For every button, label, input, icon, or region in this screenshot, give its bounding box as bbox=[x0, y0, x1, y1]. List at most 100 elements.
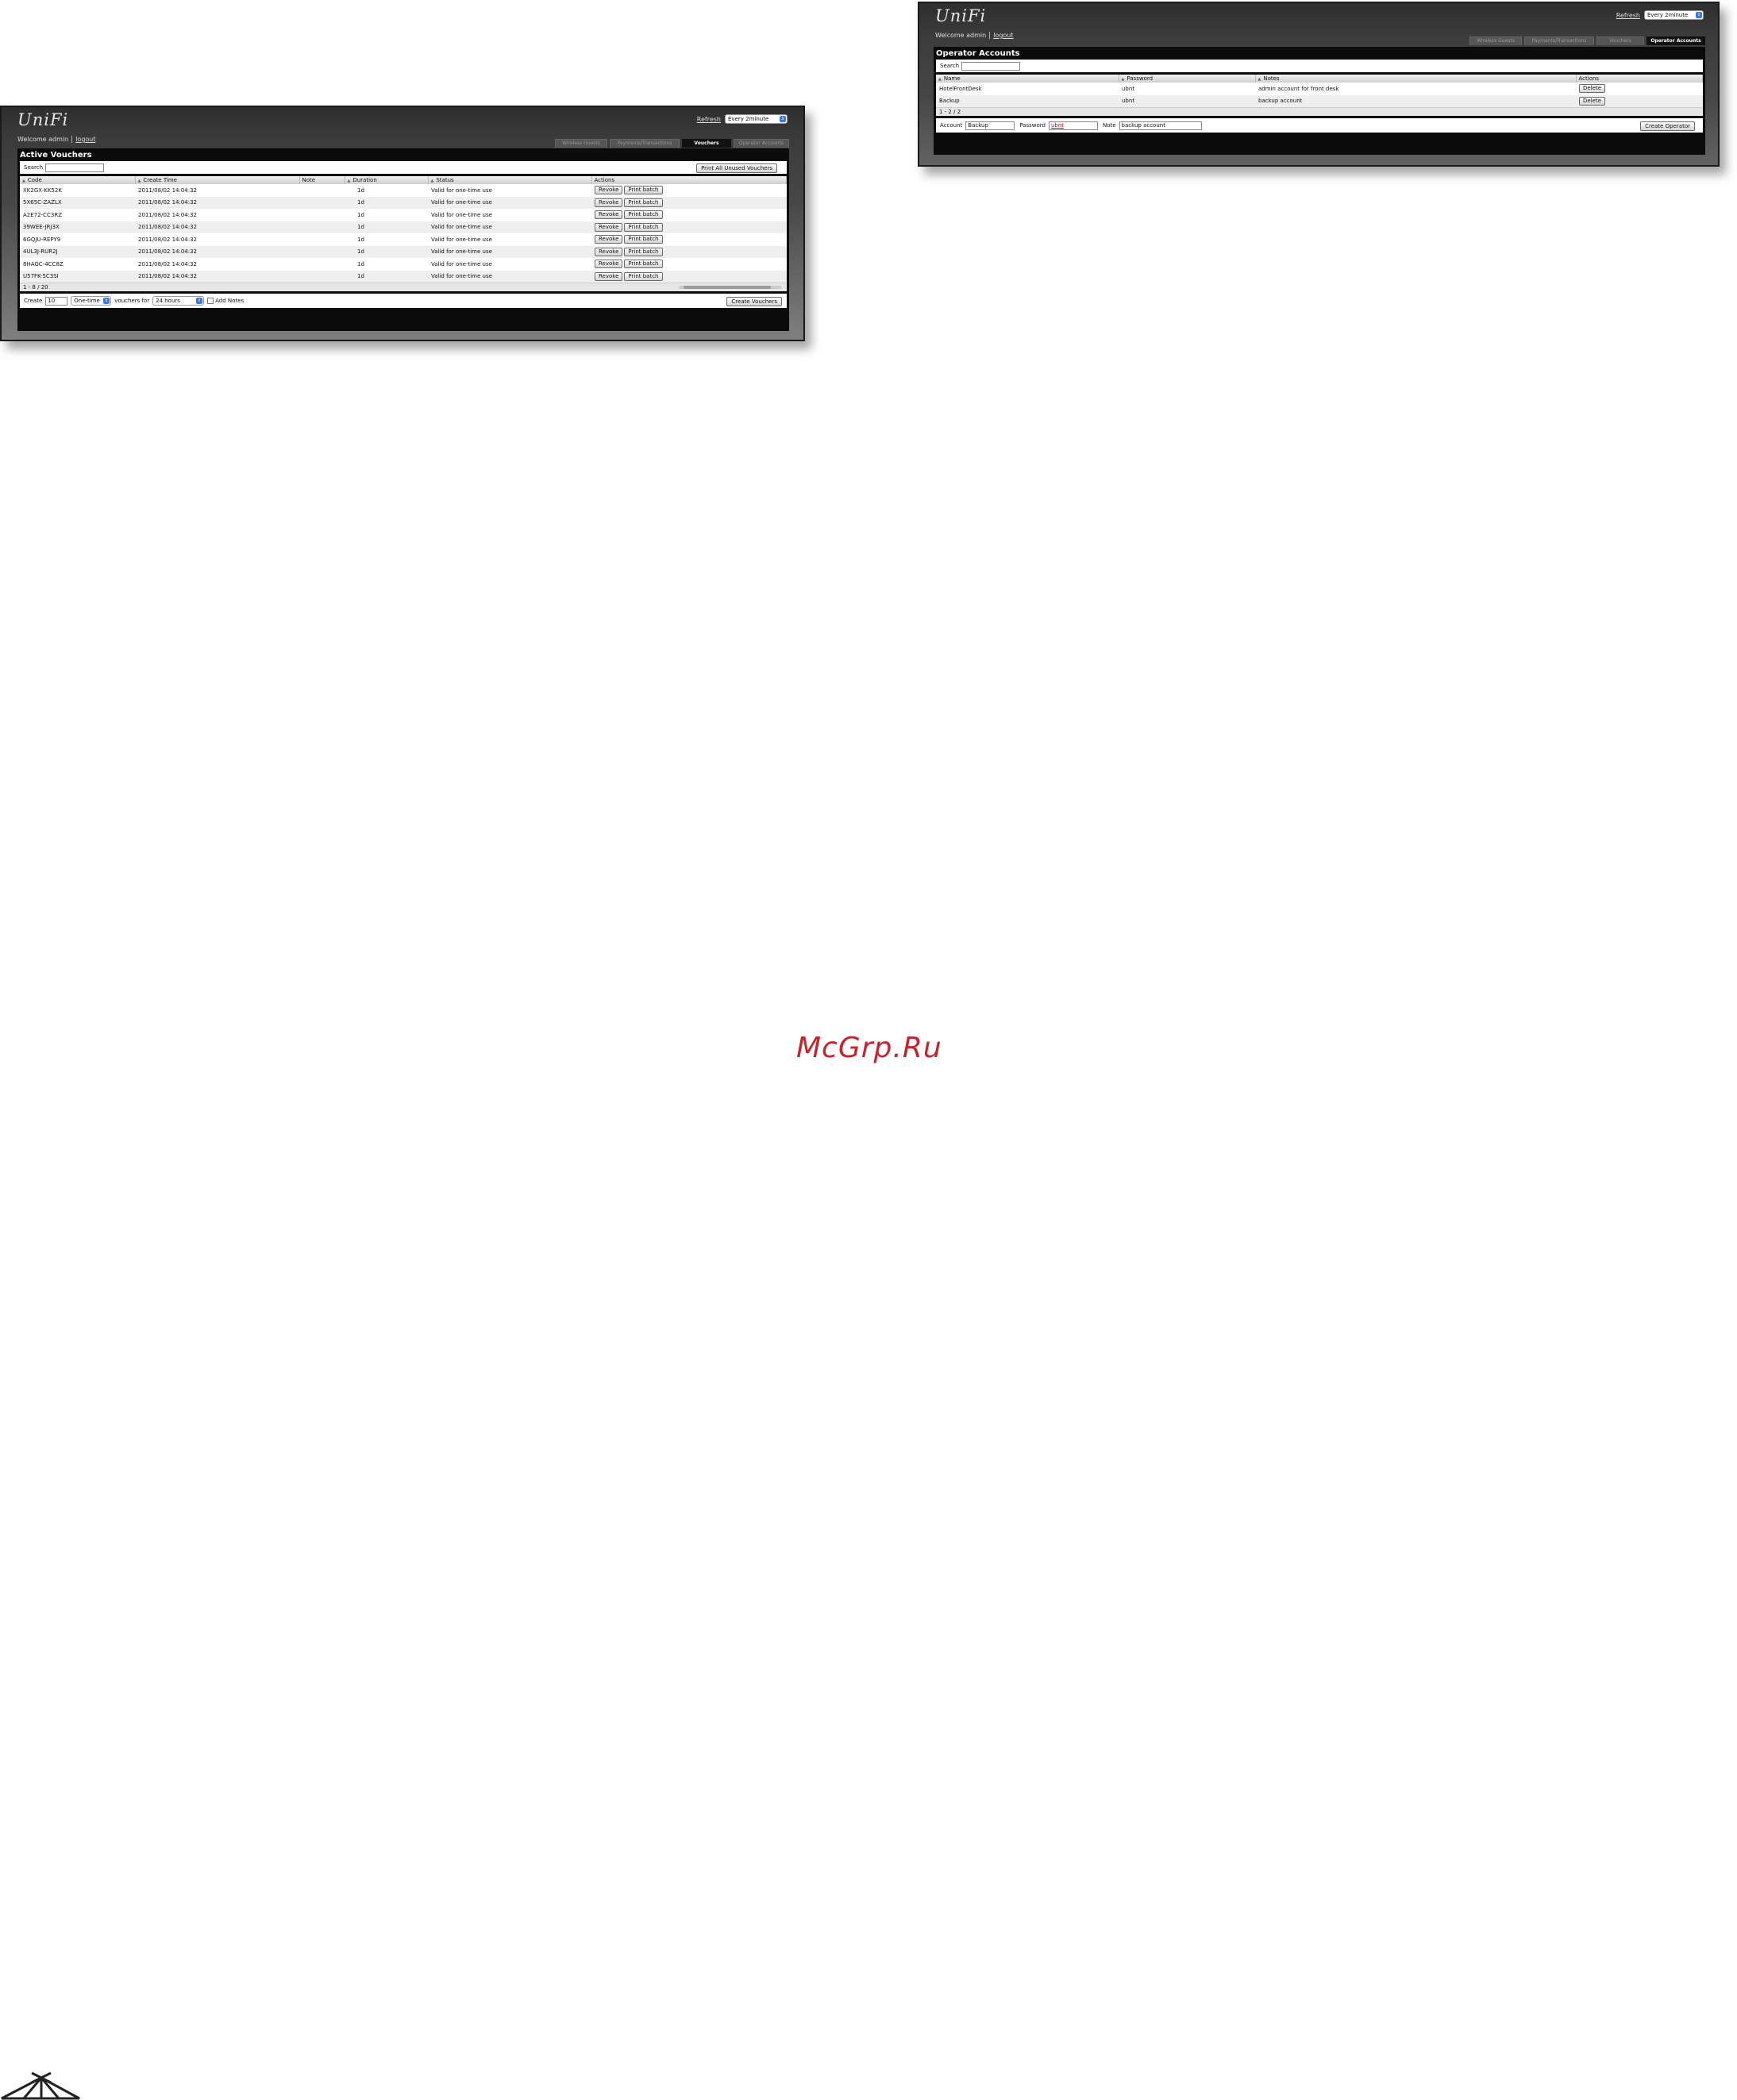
table-row: U57FK-5C3SI 2011/08/02 14:04:32 1d Valid… bbox=[20, 270, 787, 283]
print-batch-button[interactable]: Print batch bbox=[624, 247, 663, 256]
print-all-unused-button[interactable]: Print All Unused Vouchers bbox=[696, 163, 777, 173]
password-input[interactable]: ubnt bbox=[1048, 121, 1098, 130]
revoke-button[interactable]: Revoke bbox=[595, 260, 623, 269]
delete-button[interactable]: Delete bbox=[1579, 84, 1605, 94]
revoke-button[interactable]: Revoke bbox=[595, 210, 623, 220]
table-header-row: ▲ Code ▲ Create Time Note ▲ Duration ▲ Statu… bbox=[20, 176, 787, 184]
note bbox=[299, 233, 345, 246]
active-vouchers-panel: Active Vouchers Search Print All Unused … bbox=[17, 148, 789, 331]
chevron-updown-icon: ⇕ bbox=[103, 298, 110, 304]
unifi-operator-accounts-window: UniFi Welcome admin logout Refresh Every … bbox=[918, 2, 1720, 167]
password-value: ubnt bbox=[1050, 121, 1065, 129]
column-header-password[interactable]: ▲ Password bbox=[1119, 75, 1256, 83]
search-box: Search bbox=[936, 60, 1703, 72]
duration: 1d bbox=[357, 260, 364, 267]
add-notes-control[interactable]: Add Notes bbox=[207, 298, 244, 304]
unifi-vouchers-window: UniFi Welcome admin logout Refresh Every … bbox=[0, 106, 805, 341]
note bbox=[299, 258, 345, 271]
print-batch-button[interactable]: Print batch bbox=[624, 198, 663, 207]
tab-wireless-guests[interactable]: Wireless Guests bbox=[555, 139, 607, 148]
actions: Revoke Print batch bbox=[591, 270, 787, 283]
voucher-duration-select[interactable]: 24 hours ⇕ bbox=[152, 296, 205, 306]
tab-payments-transactions[interactable]: Payments/Transactions bbox=[610, 139, 680, 148]
column-header-name[interactable]: ▲ Name bbox=[936, 75, 1119, 83]
create-label: Create bbox=[24, 298, 43, 304]
sort-icon: ▲ bbox=[1257, 77, 1261, 82]
add-notes-label: Add Notes bbox=[215, 298, 245, 304]
create-operator-button[interactable]: Create Operator bbox=[1640, 121, 1695, 131]
vouchers-for-label: vouchers for bbox=[114, 298, 150, 304]
revoke-button[interactable]: Revoke bbox=[595, 222, 623, 232]
print-batch-button[interactable]: Print batch bbox=[624, 222, 663, 232]
revoke-button[interactable]: Revoke bbox=[595, 235, 623, 244]
refresh-interval-select[interactable]: Every 2minute ⇕ bbox=[725, 114, 788, 124]
tab-vouchers[interactable]: Vouchers bbox=[682, 139, 731, 148]
revoke-button[interactable]: Revoke bbox=[595, 247, 623, 256]
horizontal-scrollbar[interactable] bbox=[679, 286, 782, 289]
print-batch-button[interactable]: Print batch bbox=[624, 271, 663, 281]
search-box: Search Print All Unused Vouchers bbox=[20, 161, 787, 174]
create-time: 2011/08/02 14:04:32 bbox=[135, 270, 299, 283]
create-vouchers-button[interactable]: Create Vouchers bbox=[726, 297, 782, 306]
table-row: 6GQJU-REPY9 2011/08/02 14:04:32 1d Valid… bbox=[20, 233, 787, 246]
voucher-type-select[interactable]: One-time ⇕ bbox=[71, 296, 112, 306]
voucher-code: U57FK-5C3SI bbox=[20, 270, 135, 283]
revoke-button[interactable]: Revoke bbox=[595, 186, 623, 195]
note-input[interactable]: backup account bbox=[1119, 121, 1202, 130]
refresh-control: Refresh Every 2minute ⇕ bbox=[697, 114, 788, 124]
tab-operator-accounts[interactable]: Operator Accounts bbox=[734, 139, 789, 148]
add-notes-checkbox[interactable] bbox=[207, 298, 214, 304]
operator-password: ubnt bbox=[1122, 85, 1135, 92]
voucher-code: 39WEE-JRJ3X bbox=[20, 221, 135, 233]
print-batch-button[interactable]: Print batch bbox=[624, 210, 663, 220]
refresh-link[interactable]: Refresh bbox=[697, 116, 721, 123]
revoke-button[interactable]: Revoke bbox=[595, 198, 623, 207]
duration: 1d bbox=[357, 187, 364, 194]
logout-link[interactable]: logout bbox=[993, 32, 1013, 39]
column-header-duration[interactable]: ▲ Duration bbox=[345, 176, 429, 184]
delete-button[interactable]: Delete bbox=[1579, 96, 1605, 106]
status: Valid for one-time use bbox=[428, 221, 591, 233]
status: Valid for one-time use bbox=[431, 211, 492, 218]
pager: 1 - 8 / 20 bbox=[20, 283, 787, 291]
note bbox=[299, 245, 345, 258]
logout-link[interactable]: logout bbox=[75, 136, 95, 143]
column-header-code[interactable]: ▲ Code bbox=[20, 176, 136, 184]
search-input[interactable] bbox=[45, 163, 105, 172]
unifi-logo: UniFi bbox=[17, 110, 69, 129]
duration: 1d bbox=[345, 245, 428, 258]
print-batch-button[interactable]: Print batch bbox=[624, 235, 663, 244]
voucher-count-input[interactable]: 10 bbox=[45, 296, 68, 306]
voucher-code: 4UL3J-RUR2J bbox=[20, 245, 135, 258]
column-header-notes[interactable]: ▲ Notes bbox=[1255, 75, 1577, 83]
tab-vouchers[interactable]: Vouchers bbox=[1596, 37, 1644, 45]
column-header-note[interactable]: Note bbox=[299, 176, 345, 184]
operator-notes: backup account bbox=[1255, 94, 1576, 107]
tab-operator-accounts[interactable]: Operator Accounts bbox=[1646, 37, 1705, 45]
print-batch-button[interactable]: Print batch bbox=[624, 260, 663, 269]
search-input[interactable] bbox=[961, 61, 1021, 71]
revoke-button[interactable]: Revoke bbox=[595, 271, 623, 281]
column-header-create-time[interactable]: ▲ Create Time bbox=[135, 176, 300, 184]
status: Valid for one-time use bbox=[431, 236, 492, 243]
column-header-status[interactable]: ▲ Status bbox=[428, 176, 592, 184]
create-operator-box: Account Backup Password ubnt Note backup… bbox=[936, 118, 1703, 133]
tab-wireless-guests[interactable]: Wireless Guests bbox=[1469, 37, 1522, 45]
note bbox=[299, 184, 345, 197]
column-header-actions: Actions bbox=[591, 176, 787, 184]
tab-payments-transactions[interactable]: Payments/Transactions bbox=[1524, 37, 1594, 45]
voucher-code: 8HAGC-4CC8Z bbox=[23, 260, 64, 267]
watermark-text: McGrp.Ru bbox=[796, 1032, 942, 1064]
duration: 1d bbox=[357, 236, 364, 243]
print-batch-button[interactable]: Print batch bbox=[624, 186, 663, 195]
refresh-link[interactable]: Refresh bbox=[1616, 12, 1640, 19]
refresh-interval-select[interactable]: Every 2minute ⇕ bbox=[1644, 10, 1704, 20]
create-time: 2011/08/02 14:04:32 bbox=[135, 221, 299, 233]
password-label: Password bbox=[1019, 122, 1046, 129]
note bbox=[299, 270, 345, 283]
search-row: Search Print All Unused Vouchers bbox=[20, 161, 787, 174]
account-input[interactable]: Backup bbox=[965, 121, 1015, 130]
vouchers-table-box: ▲ Code ▲ Create Time Note ▲ Duration ▲ Statu… bbox=[20, 176, 787, 291]
table-row: XK2GX-KK52K 2011/08/02 14:04:32 1d Valid… bbox=[20, 184, 787, 197]
operator-password: ubnt bbox=[1119, 94, 1255, 107]
